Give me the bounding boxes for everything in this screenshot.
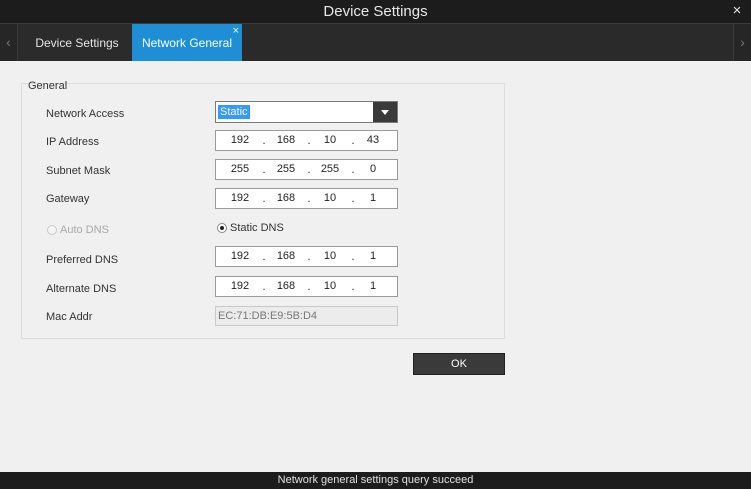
content-area: General Network Access Static IP Address…	[0, 61, 751, 472]
alternate-dns-octet-3[interactable]: 10	[310, 277, 350, 296]
gateway-label: Gateway	[46, 193, 90, 205]
gateway-octet-4[interactable]: 1	[353, 189, 393, 208]
subnet-octet-2[interactable]: 255	[266, 160, 306, 179]
network-access-value: Static	[218, 105, 250, 119]
alternate-dns-label: Alternate DNS	[46, 283, 117, 295]
preferred-dns-field[interactable]: 192 . 168 . 10 . 1	[215, 246, 398, 267]
auto-dns-radio[interactable]	[47, 225, 57, 235]
chevron-down-icon	[381, 110, 389, 115]
subnet-octet-3[interactable]: 255	[310, 160, 350, 179]
tab-network-general[interactable]: Network General ×	[132, 24, 242, 61]
ip-address-label: IP Address	[46, 136, 99, 148]
mac-addr-field: EC:71:DB:E9:5B:D4	[215, 306, 398, 326]
preferred-dns-label: Preferred DNS	[46, 254, 119, 266]
tab-bar: ‹ Device Settings Network General × ›	[0, 23, 751, 61]
gateway-octet-2[interactable]: 168	[266, 189, 306, 208]
close-icon[interactable]: ×	[730, 0, 744, 23]
gateway-field[interactable]: 192 . 168 . 10 . 1	[215, 188, 398, 209]
preferred-dns-octet-4[interactable]: 1	[353, 247, 393, 266]
tab-device-settings[interactable]: Device Settings	[24, 24, 130, 61]
title-bar: Device Settings ×	[0, 0, 751, 23]
ip-octet-1[interactable]: 192	[220, 131, 260, 150]
tab-label: Network General	[141, 36, 233, 50]
subnet-octet-1[interactable]: 255	[220, 160, 260, 179]
static-dns-radio[interactable]	[217, 223, 227, 233]
subnet-mask-label: Subnet Mask	[46, 165, 111, 177]
ip-octet-4[interactable]: 43	[353, 131, 393, 150]
preferred-dns-octet-2[interactable]: 168	[266, 247, 306, 266]
ip-address-field[interactable]: 192 . 168 . 10 . 43	[215, 130, 398, 151]
scroll-right-icon[interactable]: ›	[733, 24, 751, 61]
static-dns-label: Static DNS	[230, 222, 284, 234]
status-bar: Network general settings query succeed	[0, 472, 751, 489]
network-access-select[interactable]: Static	[215, 101, 398, 123]
gateway-octet-3[interactable]: 10	[310, 189, 350, 208]
tab-label: Device Settings	[35, 36, 119, 50]
auto-dns-label: Auto DNS	[60, 224, 109, 236]
scroll-left-icon[interactable]: ‹	[0, 24, 18, 61]
alternate-dns-octet-1[interactable]: 192	[220, 277, 260, 296]
gateway-octet-1[interactable]: 192	[220, 189, 260, 208]
alternate-dns-octet-2[interactable]: 168	[266, 277, 306, 296]
alternate-dns-octet-4[interactable]: 1	[353, 277, 393, 296]
group-title: General	[28, 80, 68, 92]
window-title: Device Settings	[323, 3, 428, 20]
subnet-mask-field[interactable]: 255 . 255 . 255 . 0	[215, 159, 398, 180]
ip-octet-2[interactable]: 168	[266, 131, 306, 150]
mac-addr-label: Mac Addr	[46, 311, 93, 323]
dropdown-button[interactable]	[373, 102, 397, 122]
ip-octet-3[interactable]: 10	[310, 131, 350, 150]
preferred-dns-octet-1[interactable]: 192	[220, 247, 260, 266]
alternate-dns-field[interactable]: 192 . 168 . 10 . 1	[215, 276, 398, 297]
ok-button[interactable]: OK	[413, 353, 505, 375]
preferred-dns-octet-3[interactable]: 10	[310, 247, 350, 266]
network-access-label: Network Access	[46, 108, 125, 120]
subnet-octet-4[interactable]: 0	[353, 160, 393, 179]
tab-close-icon[interactable]: ×	[233, 12, 239, 50]
status-text: Network general settings query succeed	[277, 474, 474, 486]
